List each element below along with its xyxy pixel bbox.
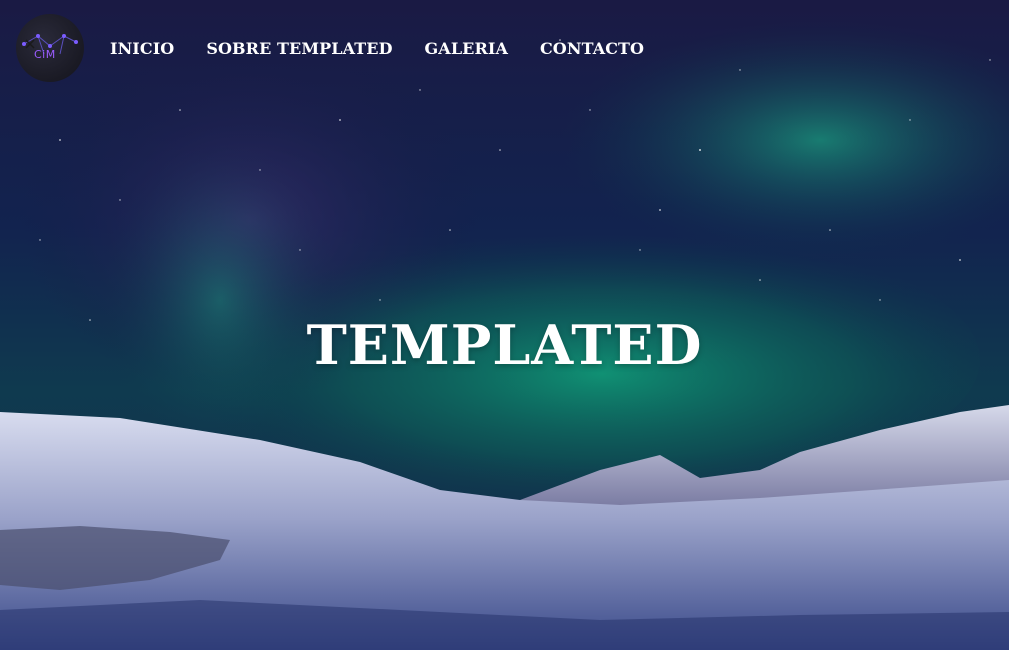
site-logo[interactable]: CiM xyxy=(16,14,84,82)
main-menu: INICIO SOBRE TEMPLATED GALERIA CONTACTO xyxy=(110,39,676,58)
nav-item-inicio[interactable]: INICIO xyxy=(110,39,174,58)
top-navigation: CiM INICIO SOBRE TEMPLATED GALERIA CONTA… xyxy=(16,13,676,83)
nav-item-contacto[interactable]: CONTACTO xyxy=(540,39,644,58)
logo-text: CiM xyxy=(34,48,56,61)
nav-item-galeria[interactable]: GALERIA xyxy=(425,39,508,58)
hero-section: CiM INICIO SOBRE TEMPLATED GALERIA CONTA… xyxy=(0,0,1009,650)
hero-title: TEMPLATED xyxy=(306,313,703,378)
nav-item-sobre-templated[interactable]: SOBRE TEMPLATED xyxy=(206,39,392,58)
